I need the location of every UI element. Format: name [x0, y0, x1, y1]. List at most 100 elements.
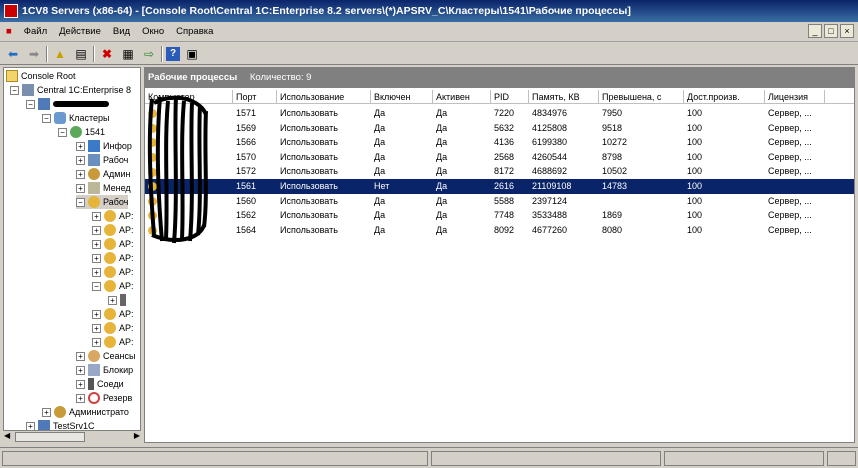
properties-icon[interactable]: ▦ — [119, 45, 137, 63]
scroll-left-icon[interactable]: ◀ — [4, 431, 10, 440]
tree-node-process[interactable]: + AP: — [92, 209, 134, 223]
tree-node-work-servers[interactable]: + Рабоч — [76, 153, 128, 167]
tree-node-infobases[interactable]: + Инфор — [76, 139, 132, 153]
expand-toggle[interactable]: + — [42, 407, 51, 417]
tree-node-console-root[interactable]: Console Root — [6, 69, 76, 83]
tree-node-reserve[interactable]: + Резерв — [76, 391, 132, 405]
mmc-icon[interactable]: ■ — [0, 26, 18, 37]
scroll-thumb[interactable] — [15, 432, 85, 442]
cell-usage: Использовать — [280, 210, 338, 221]
column-header-exceeded[interactable]: Превышена, с — [599, 90, 684, 104]
expand-toggle[interactable]: + — [92, 337, 101, 347]
expand-toggle[interactable]: + — [76, 379, 85, 389]
tree-node-central-admins[interactable]: + Администрато — [42, 405, 129, 419]
expand-toggle[interactable]: + — [108, 295, 117, 305]
cell-active: Да — [436, 210, 448, 221]
scroll-right-icon[interactable]: ▶ — [134, 431, 140, 440]
console-icon[interactable]: ▣ — [183, 45, 201, 63]
expand-toggle[interactable]: + — [76, 365, 85, 375]
show-tree-icon[interactable]: ▤ — [72, 45, 90, 63]
table-row[interactable]: 1561 Использовать Нет Да 2616 21109108 14783 10… — [145, 178, 854, 194]
table-row[interactable]: 1560 Использовать Да Да 5588 2397124 100 Сервер… — [145, 194, 854, 209]
expand-toggle[interactable]: + — [76, 169, 85, 179]
tree-node-process[interactable]: + AP: — [92, 251, 134, 265]
forward-icon[interactable]: ➡ — [25, 45, 43, 63]
menu-view[interactable]: Вид — [107, 26, 136, 37]
expand-toggle[interactable]: + — [76, 351, 85, 361]
expand-toggle[interactable]: + — [76, 393, 85, 403]
back-icon[interactable]: ⬅ — [4, 45, 22, 63]
column-header-enabled[interactable]: Включен — [371, 90, 433, 104]
tree-node-process[interactable]: + AP: — [92, 223, 134, 237]
column-header-usage[interactable]: Использование — [277, 90, 371, 104]
expand-toggle[interactable]: + — [92, 239, 101, 249]
locks-icon — [88, 364, 100, 376]
server-icon — [38, 98, 50, 110]
expand-toggle[interactable]: + — [92, 225, 101, 235]
expand-toggle[interactable]: + — [92, 211, 101, 221]
table-row[interactable]: 1570 Использовать Да Да 2568 4260544 8798 100 Се… — [145, 150, 854, 165]
export-icon[interactable]: ⇨ — [140, 45, 158, 63]
menu-help[interactable]: Справка — [170, 26, 219, 37]
column-header-performance[interactable]: Дост.произв. — [684, 90, 765, 104]
delete-icon[interactable]: ✖ — [98, 45, 116, 63]
table-row[interactable]: 1572 Использовать Да Да 8172 4688692 10502 100 С… — [145, 164, 854, 179]
tree-node-process[interactable]: + AP: — [92, 307, 134, 321]
collapse-toggle[interactable]: − — [26, 99, 35, 109]
tree-node-process[interactable]: + AP: — [92, 265, 134, 279]
tree-node-process[interactable]: + AP: — [92, 335, 134, 349]
menu-file[interactable]: Файл — [18, 26, 53, 37]
tree-node-central[interactable]: − Central 1C:Enterprise 8 — [10, 83, 131, 97]
cell-active: Да — [436, 166, 448, 177]
tree-node-cluster-1541[interactable]: − 1541 — [58, 125, 105, 139]
tree-horizontal-scrollbar[interactable]: ◀ ▶ — [3, 430, 141, 443]
help-icon[interactable]: ? — [166, 46, 180, 61]
expand-toggle[interactable]: + — [76, 141, 85, 151]
expand-toggle[interactable]: + — [92, 267, 101, 277]
table-row[interactable]: 1566 Использовать Да Да 4136 6199380 10272 100 С… — [145, 135, 854, 150]
table-row[interactable]: 1569 Использовать Да Да 5632 4125808 9518 100 Се… — [145, 121, 854, 136]
collapse-toggle[interactable]: − — [92, 281, 101, 291]
minimize-button[interactable]: _ — [808, 24, 822, 38]
column-header-active[interactable]: Активен — [433, 90, 491, 104]
collapse-toggle[interactable]: − — [76, 197, 85, 207]
tree-node-sessions[interactable]: + Сеансы — [76, 349, 135, 363]
collapse-toggle[interactable]: − — [10, 85, 19, 95]
collapse-toggle[interactable]: − — [58, 127, 67, 137]
tree-node-worker-processes[interactable]: − Рабоч — [76, 195, 129, 209]
table-row[interactable]: 1571 Использовать Да Да 7220 4834976 7950 100 Се… — [145, 106, 854, 121]
collapse-toggle[interactable]: − — [42, 113, 51, 123]
expand-toggle[interactable]: + — [92, 253, 101, 263]
tree-node-locks[interactable]: + Блокир — [76, 363, 133, 377]
expand-toggle[interactable]: + — [92, 309, 101, 319]
admin-icon — [88, 168, 100, 180]
tree-node-managers[interactable]: + Менед — [76, 181, 131, 195]
up-folder-icon[interactable]: ▲ — [51, 45, 69, 63]
table-row[interactable]: 1562 Использовать Да Да 7748 3533488 1869 100 Се… — [145, 208, 854, 223]
menu-action[interactable]: Действие — [53, 26, 107, 37]
column-header-memory[interactable]: Память, КВ — [529, 90, 599, 104]
close-button[interactable]: × — [840, 24, 854, 38]
tree-node-clusters[interactable]: − Кластеры — [42, 111, 110, 125]
expand-toggle[interactable]: + — [76, 155, 85, 165]
column-header-port[interactable]: Порт — [233, 90, 277, 104]
table-row[interactable]: 1564 Использовать Да Да 8092 4677260 8080 100 Се… — [145, 223, 854, 238]
console-tree[interactable]: Console Root − Central 1C:Enterprise 8 −… — [3, 67, 141, 443]
menu-window[interactable]: Окно — [136, 26, 170, 37]
panel-title: Рабочие процессы — [148, 72, 238, 83]
column-header-pid[interactable]: PID — [491, 90, 529, 104]
tree-node-label: AP: — [119, 281, 134, 291]
restore-button[interactable]: □ — [824, 24, 838, 38]
tree-node-admins[interactable]: + Админ — [76, 167, 130, 181]
cell-enabled: Да — [374, 122, 386, 133]
tree-node-process[interactable]: + AP: — [92, 237, 134, 251]
cell-port: 1569 — [236, 122, 257, 133]
tree-node-process[interactable]: + AP: — [92, 321, 134, 335]
expand-toggle[interactable]: + — [92, 323, 101, 333]
expand-toggle[interactable]: + — [76, 183, 85, 193]
tree-node-connections[interactable]: + Соеди — [76, 377, 124, 391]
tree-node-connection[interactable]: + — [108, 293, 129, 307]
tree-node-server[interactable]: − — [26, 97, 109, 111]
column-header-license[interactable]: Лицензия — [765, 90, 825, 104]
tree-node-process[interactable]: − AP: — [92, 279, 134, 293]
